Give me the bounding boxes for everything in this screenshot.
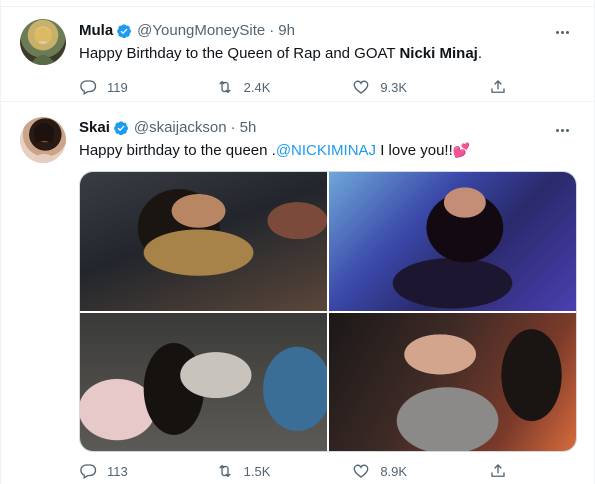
reply-button[interactable]: 113 — [79, 462, 169, 480]
separator: · — [230, 119, 236, 136]
tweet-actions: 113 1.5K 8.9K — [79, 462, 509, 480]
tweet-header: Mula @YoungMoneySite · 9h — [79, 22, 295, 39]
retweet-button[interactable]: 2.4K — [216, 78, 306, 96]
photo[interactable] — [329, 312, 576, 451]
avatar[interactable] — [20, 19, 66, 65]
tweet[interactable]: Skai @skaijackson · 5h Happy birthday to… — [1, 103, 594, 484]
timestamp[interactable]: 9h — [278, 22, 295, 39]
like-icon — [353, 80, 369, 94]
retweet-count: 2.4K — [243, 79, 271, 95]
like-icon — [353, 464, 369, 478]
share-icon — [491, 80, 505, 93]
tweet-header: Skai @skaijackson · 5h — [79, 119, 256, 136]
reply-icon — [80, 464, 97, 479]
timeline-feed: Mula @YoungMoneySite · 9h Happy Birthday… — [0, 0, 595, 484]
photo[interactable] — [80, 172, 327, 311]
separator: · — [269, 22, 275, 39]
verified-badge-icon — [116, 23, 132, 39]
tweet-text-bold: Nicki Minaj — [399, 45, 478, 62]
avatar[interactable] — [20, 117, 66, 163]
handle[interactable]: @skaijackson — [134, 119, 227, 136]
retweet-icon — [218, 80, 231, 94]
display-name[interactable]: Skai — [79, 119, 110, 136]
display-name[interactable]: Mula — [79, 22, 113, 39]
tweet-actions: 119 2.4K 9.3K — [79, 78, 509, 96]
retweet-count: 1.5K — [243, 463, 271, 479]
share-button[interactable] — [489, 78, 509, 96]
tweet-text: Happy Birthday to the Queen of Rap and G… — [79, 44, 482, 64]
reply-button[interactable]: 119 — [79, 78, 169, 96]
tweet-text-part: I love you!! — [376, 142, 453, 159]
tweet-text-part: Happy Birthday to the Queen of Rap and G… — [79, 45, 400, 62]
share-icon — [491, 464, 505, 477]
mention-link[interactable]: @NICKIMINAJ — [276, 142, 376, 159]
reply-count: 113 — [107, 463, 128, 479]
retweet-icon — [218, 464, 231, 478]
tweet[interactable]: Mula @YoungMoneySite · 9h Happy Birthday… — [1, 6, 594, 102]
like-count: 8.9K — [380, 463, 408, 479]
hearts-emoji: 💕 — [452, 142, 471, 158]
tweet-text-part: . — [477, 45, 482, 62]
photo-grid — [79, 171, 577, 452]
retweet-button[interactable]: 1.5K — [216, 462, 306, 480]
tweet-text: Happy birthday to the queen .@NICKIMINAJ… — [79, 140, 470, 161]
more-icon[interactable] — [552, 122, 572, 138]
photo[interactable] — [80, 312, 327, 451]
verified-badge-icon — [113, 120, 129, 136]
like-button[interactable]: 9.3K — [352, 78, 442, 96]
reply-count: 119 — [107, 79, 128, 95]
share-button[interactable] — [489, 462, 509, 480]
photo[interactable] — [329, 172, 576, 311]
timestamp[interactable]: 5h — [240, 119, 257, 136]
like-button[interactable]: 8.9K — [352, 462, 442, 480]
handle[interactable]: @YoungMoneySite — [137, 22, 265, 39]
tweet-text-part: Happy birthday to the queen . — [79, 142, 276, 159]
more-icon[interactable] — [552, 24, 572, 40]
reply-icon — [80, 80, 97, 95]
like-count: 9.3K — [380, 79, 408, 95]
